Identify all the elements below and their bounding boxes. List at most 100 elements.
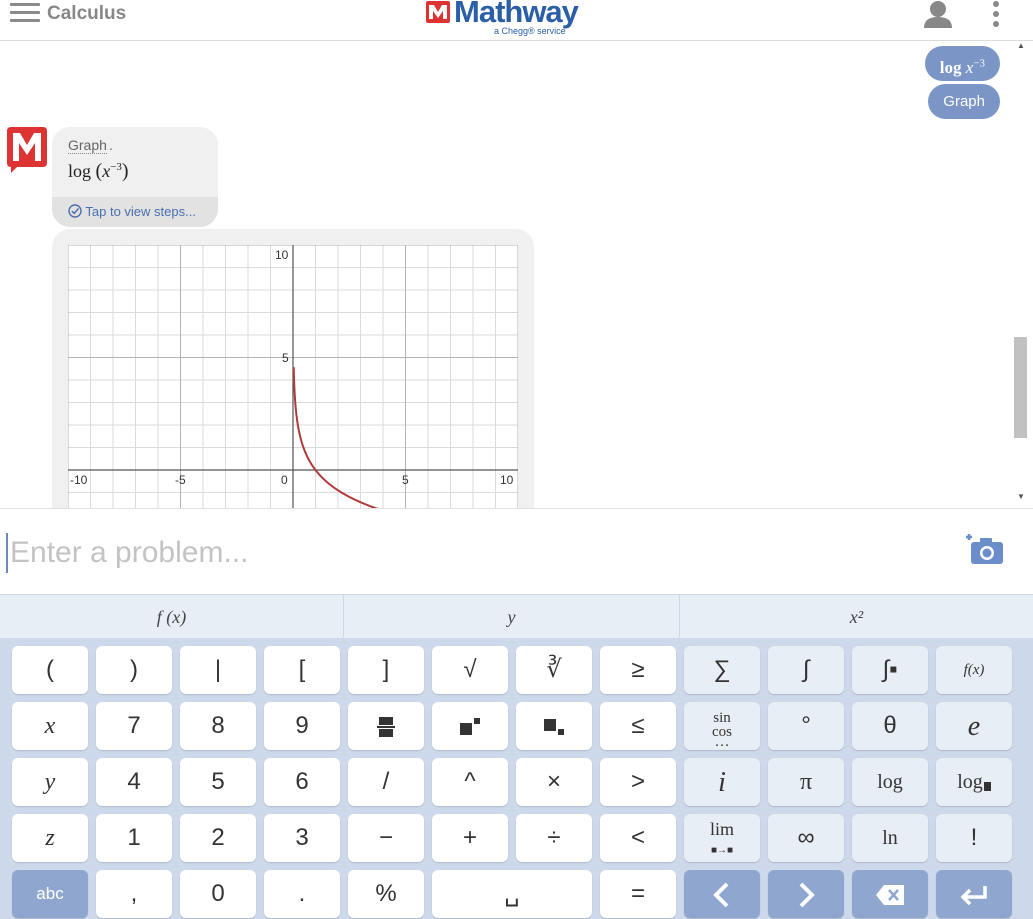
key-multiply[interactable]: × (516, 758, 592, 806)
key-z[interactable]: z (12, 814, 88, 862)
key-lte[interactable]: ≤ (600, 702, 676, 750)
tab-power[interactable]: x² (679, 595, 1033, 639)
key-right-arrow[interactable] (768, 870, 844, 918)
key-sqrt[interactable]: √ (432, 646, 508, 694)
key-close-paren[interactable]: ) (96, 646, 172, 694)
key-e[interactable]: e (936, 702, 1012, 750)
problem-input[interactable] (6, 533, 906, 573)
camera-icon[interactable] (965, 531, 1005, 571)
key-7[interactable]: 7 (96, 702, 172, 750)
key-abs[interactable]: | (180, 646, 256, 694)
key-2[interactable]: 2 (180, 814, 256, 862)
y-label: y (44, 769, 56, 795)
key-exponent[interactable] (432, 702, 508, 750)
menu-icon[interactable] (10, 3, 40, 23)
math-keyboard: ( ) | [ ] √ ∛ ≥ ∑ ∫ ∫▪ f(x) x 7 8 9 ≤ si… (0, 638, 1033, 919)
view-steps-link[interactable]: Tap to view steps... (52, 197, 218, 227)
key-5[interactable]: 5 (180, 758, 256, 806)
app-title: Calculus (47, 3, 127, 24)
bot-graph-label[interactable]: Graph (68, 137, 107, 154)
key-integral[interactable]: ∫ (768, 646, 844, 694)
key-gt[interactable]: > (600, 758, 676, 806)
fraction-icon (377, 716, 395, 737)
key-left-arrow[interactable] (684, 870, 760, 918)
x-label: x (44, 713, 56, 739)
key-fraction[interactable] (348, 702, 424, 750)
key-log-base[interactable]: log (936, 758, 1012, 806)
mathway-avatar (7, 127, 47, 173)
key-open-bracket[interactable]: [ (264, 646, 340, 694)
z-label: z (45, 825, 55, 851)
tab-y[interactable]: y (343, 595, 679, 639)
key-x[interactable]: x (12, 702, 88, 750)
key-abc[interactable]: abc (12, 870, 88, 918)
log-base-box-icon (983, 782, 991, 791)
x-tick-label: -10 (70, 473, 88, 487)
scroll-thumb[interactable] (1014, 337, 1027, 438)
key-minus[interactable]: − (348, 814, 424, 862)
ln-label: ln (882, 827, 898, 849)
key-backspace[interactable] (852, 870, 928, 918)
pi-label: π (799, 769, 813, 795)
bot-response-card: Graph . log (x−3) Tap to view steps... (52, 127, 218, 227)
y-tick-label: 5 (282, 351, 289, 365)
key-equals[interactable]: = (600, 870, 676, 918)
key-period[interactable]: . (264, 870, 340, 918)
key-1[interactable]: 1 (96, 814, 172, 862)
logo-subtitle: a Chegg® service (494, 26, 566, 36)
key-division[interactable]: ÷ (516, 814, 592, 862)
tab-function[interactable]: f (x) (0, 595, 343, 639)
key-subscript[interactable] (516, 702, 592, 750)
key-6[interactable]: 6 (264, 758, 340, 806)
scroll-down-icon[interactable]: ▼ (1017, 492, 1025, 501)
key-definite-integral[interactable]: ∫▪ (852, 646, 928, 694)
key-percent[interactable]: % (348, 870, 424, 918)
key-infinity[interactable]: ∞ (768, 814, 844, 862)
function-label: f(x) (963, 662, 985, 678)
key-factorial[interactable]: ! (936, 814, 1012, 862)
key-sum[interactable]: ∑ (684, 646, 760, 694)
keyboard-tabs: f (x) y x² (0, 594, 1033, 639)
key-y[interactable]: y (12, 758, 88, 806)
key-space[interactable]: ␣ (432, 870, 592, 918)
key-ln[interactable]: ln (852, 814, 928, 862)
scroll-up-icon[interactable]: ▲ (1017, 41, 1025, 50)
log-base-label: log (957, 771, 983, 793)
user-message-expression[interactable]: log x−3 (924, 46, 1000, 81)
log-label: log (877, 771, 903, 793)
chat-scrollbar[interactable]: ▲ ▼ (1010, 41, 1033, 508)
key-8[interactable]: 8 (180, 702, 256, 750)
bot-expression: log (x−3) (68, 160, 129, 182)
key-9[interactable]: 9 (264, 702, 340, 750)
key-function[interactable]: f(x) (936, 646, 1012, 694)
more-options-icon[interactable] (988, 0, 1004, 30)
key-divide-slash[interactable]: / (348, 758, 424, 806)
key-trig[interactable]: sin cos ··· (684, 702, 760, 750)
key-nth-root[interactable]: ∛ (516, 646, 592, 694)
user-message-graph[interactable]: Graph (928, 84, 1000, 119)
key-enter[interactable] (936, 870, 1012, 918)
key-limit[interactable]: lim ■→■ (684, 814, 760, 862)
graph-card: -10 -5 0 5 10 10 5 (52, 229, 534, 508)
key-log[interactable]: log (852, 758, 928, 806)
key-lt[interactable]: < (600, 814, 676, 862)
user-icon[interactable] (922, 0, 954, 28)
e-label: e (967, 711, 981, 742)
key-4[interactable]: 4 (96, 758, 172, 806)
function-graph[interactable]: -10 -5 0 5 10 10 5 (68, 245, 518, 508)
key-i[interactable]: i (684, 758, 760, 806)
key-plus[interactable]: + (432, 814, 508, 862)
chat-area: log x−3 Graph Graph . log (x−3) Tap to v… (0, 41, 1010, 508)
limit-arrow-icon: ■→■ (710, 845, 734, 856)
key-close-bracket[interactable]: ] (348, 646, 424, 694)
key-pi[interactable]: π (768, 758, 844, 806)
key-gte[interactable]: ≥ (600, 646, 676, 694)
subscript-icon (544, 718, 564, 735)
key-degree[interactable]: ° (768, 702, 844, 750)
key-3[interactable]: 3 (264, 814, 340, 862)
key-theta[interactable]: θ (852, 702, 928, 750)
key-comma[interactable]: , (96, 870, 172, 918)
key-0[interactable]: 0 (180, 870, 256, 918)
key-caret[interactable]: ^ (432, 758, 508, 806)
key-open-paren[interactable]: ( (12, 646, 88, 694)
